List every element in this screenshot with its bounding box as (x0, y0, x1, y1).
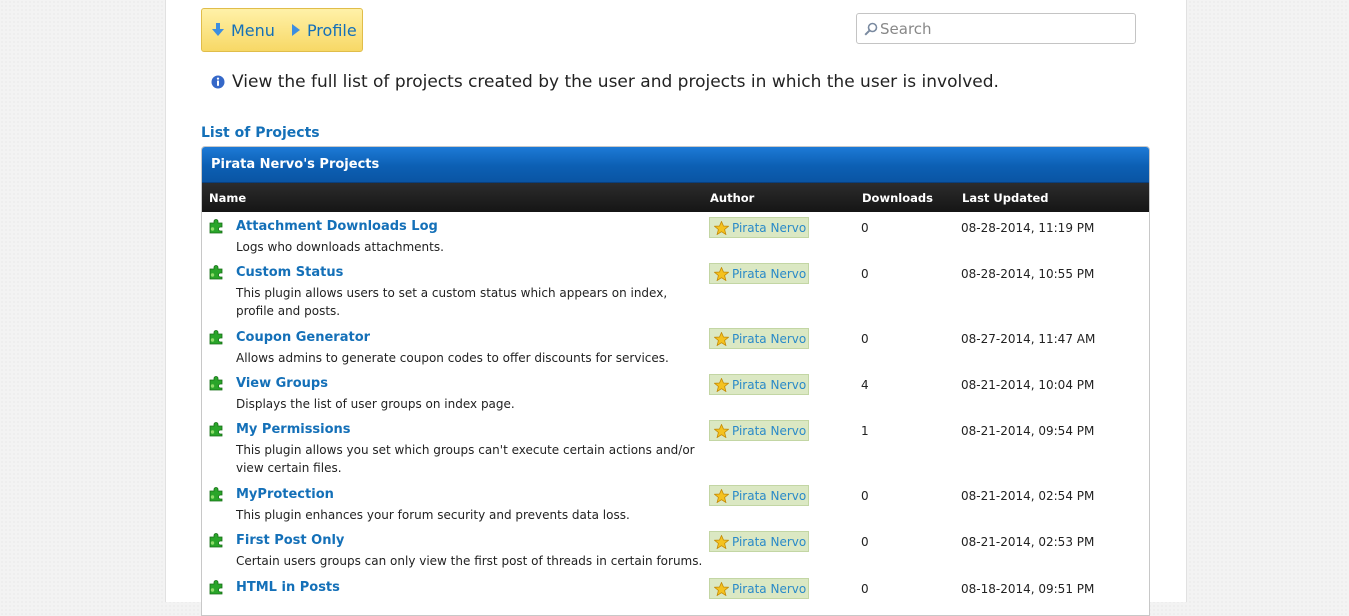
last-updated: 08-21-2014, 09:54 PM (961, 424, 1095, 438)
downloads-count: 0 (861, 221, 869, 235)
star-icon (714, 488, 729, 503)
star-icon (714, 266, 729, 281)
author-badge[interactable]: Pirata Nervo (709, 263, 809, 284)
project-name-link[interactable]: My Permissions (236, 422, 351, 437)
last-updated: 08-28-2014, 11:19 PM (961, 221, 1095, 235)
downloads-count: 0 (861, 489, 869, 503)
star-icon (714, 581, 729, 596)
table-row: Custom Status This plugin allows users t… (202, 258, 1149, 323)
author-name: Pirata Nervo (732, 220, 807, 235)
project-description: Logs who downloads attachments. (236, 240, 444, 254)
star-icon (714, 331, 729, 346)
project-name-link[interactable]: Attachment Downloads Log (236, 219, 438, 234)
project-description: Certain users groups can only view the f… (236, 554, 703, 568)
downloads-count: 0 (861, 582, 869, 596)
nav-menu-box: Menu Profile (201, 8, 363, 52)
project-name-link[interactable]: Coupon Generator (236, 330, 370, 345)
last-updated: 08-21-2014, 02:54 PM (961, 489, 1095, 503)
downloads-count: 0 (861, 535, 869, 549)
author-badge[interactable]: Pirata Nervo (709, 374, 809, 395)
author-badge[interactable]: Pirata Nervo (709, 328, 809, 349)
star-icon (714, 534, 729, 549)
author-name: Pirata Nervo (732, 534, 807, 549)
profile-label: Profile (306, 20, 357, 40)
downloads-count: 0 (861, 267, 869, 281)
table-row: My Permissions This plugin allows you se… (202, 415, 1149, 480)
projects-table: Pirata Nervo's Projects Name Author Down… (201, 146, 1150, 616)
star-icon (714, 220, 729, 235)
project-description: This plugin enhances your forum security… (236, 508, 630, 522)
star-icon (714, 423, 729, 438)
info-icon (211, 75, 225, 89)
author-badge[interactable]: Pirata Nervo (709, 531, 809, 552)
plugin-icon (208, 486, 224, 506)
author-badge[interactable]: Pirata Nervo (709, 420, 809, 441)
project-name-link[interactable]: Custom Status (236, 265, 343, 280)
project-name-link[interactable]: MyProtection (236, 487, 334, 502)
column-last-updated: Last Updated (962, 191, 1049, 205)
table-column-header: Name Author Downloads Last Updated (202, 183, 1149, 212)
plugin-icon (208, 218, 224, 238)
plugin-icon (208, 421, 224, 441)
search-box[interactable] (856, 13, 1136, 44)
table-body: Attachment Downloads Log Logs who downlo… (202, 212, 1149, 615)
downloads-count: 1 (861, 424, 869, 438)
table-row: First Post Only Certain users groups can… (202, 526, 1149, 573)
info-message: View the full list of projects created b… (211, 72, 999, 92)
project-name-link[interactable]: HTML in Posts (236, 580, 340, 595)
last-updated: 08-18-2014, 09:51 PM (961, 582, 1095, 596)
table-row: View Groups Displays the list of user gr… (202, 369, 1149, 415)
author-name: Pirata Nervo (732, 581, 807, 596)
table-title: Pirata Nervo's Projects (202, 147, 1149, 183)
info-text: View the full list of projects created b… (232, 72, 999, 92)
arrow-right-icon (291, 24, 300, 36)
project-description: Displays the list of user groups on inde… (236, 397, 515, 411)
search-icon (864, 22, 878, 36)
project-name-link[interactable]: First Post Only (236, 533, 344, 548)
author-name: Pirata Nervo (732, 488, 807, 503)
star-icon (714, 377, 729, 392)
list-title: List of Projects (201, 125, 320, 141)
author-badge[interactable]: Pirata Nervo (709, 217, 809, 238)
last-updated: 08-28-2014, 10:55 PM (961, 267, 1095, 281)
table-row: Attachment Downloads Log Logs who downlo… (202, 212, 1149, 258)
author-name: Pirata Nervo (732, 423, 807, 438)
author-name: Pirata Nervo (732, 331, 807, 346)
plugin-icon (208, 264, 224, 284)
author-badge[interactable]: Pirata Nervo (709, 485, 809, 506)
profile-link[interactable]: Profile (291, 21, 357, 40)
project-description: Allows admins to generate coupon codes t… (236, 351, 669, 365)
project-description: This plugin allows users to set a custom… (236, 286, 668, 318)
menu-link[interactable]: Menu (212, 21, 275, 40)
author-name: Pirata Nervo (732, 377, 807, 392)
plugin-icon (208, 579, 224, 599)
search-input[interactable] (880, 19, 1120, 38)
downloads-count: 0 (861, 332, 869, 346)
downloads-count: 4 (861, 378, 869, 392)
table-row: MyProtection This plugin enhances your f… (202, 480, 1149, 526)
last-updated: 08-27-2014, 11:47 AM (961, 332, 1096, 346)
table-row: HTML in Posts Pirata Nervo 0 08-18-2014,… (202, 573, 1149, 615)
author-badge[interactable]: Pirata Nervo (709, 578, 809, 599)
menu-label: Menu (231, 20, 275, 40)
project-name-link[interactable]: View Groups (236, 376, 328, 391)
last-updated: 08-21-2014, 02:53 PM (961, 535, 1095, 549)
last-updated: 08-21-2014, 10:04 PM (961, 378, 1095, 392)
column-downloads: Downloads (862, 191, 933, 205)
plugin-icon (208, 375, 224, 395)
author-name: Pirata Nervo (732, 266, 807, 281)
page-container: Menu Profile View th (165, 0, 1187, 616)
table-row: Coupon Generator Allows admins to genera… (202, 323, 1149, 369)
column-author: Author (710, 191, 755, 205)
project-description: This plugin allows you set which groups … (236, 443, 695, 475)
plugin-icon (208, 532, 224, 552)
arrow-down-icon (212, 23, 224, 37)
column-name: Name (209, 191, 247, 205)
plugin-icon (208, 329, 224, 349)
